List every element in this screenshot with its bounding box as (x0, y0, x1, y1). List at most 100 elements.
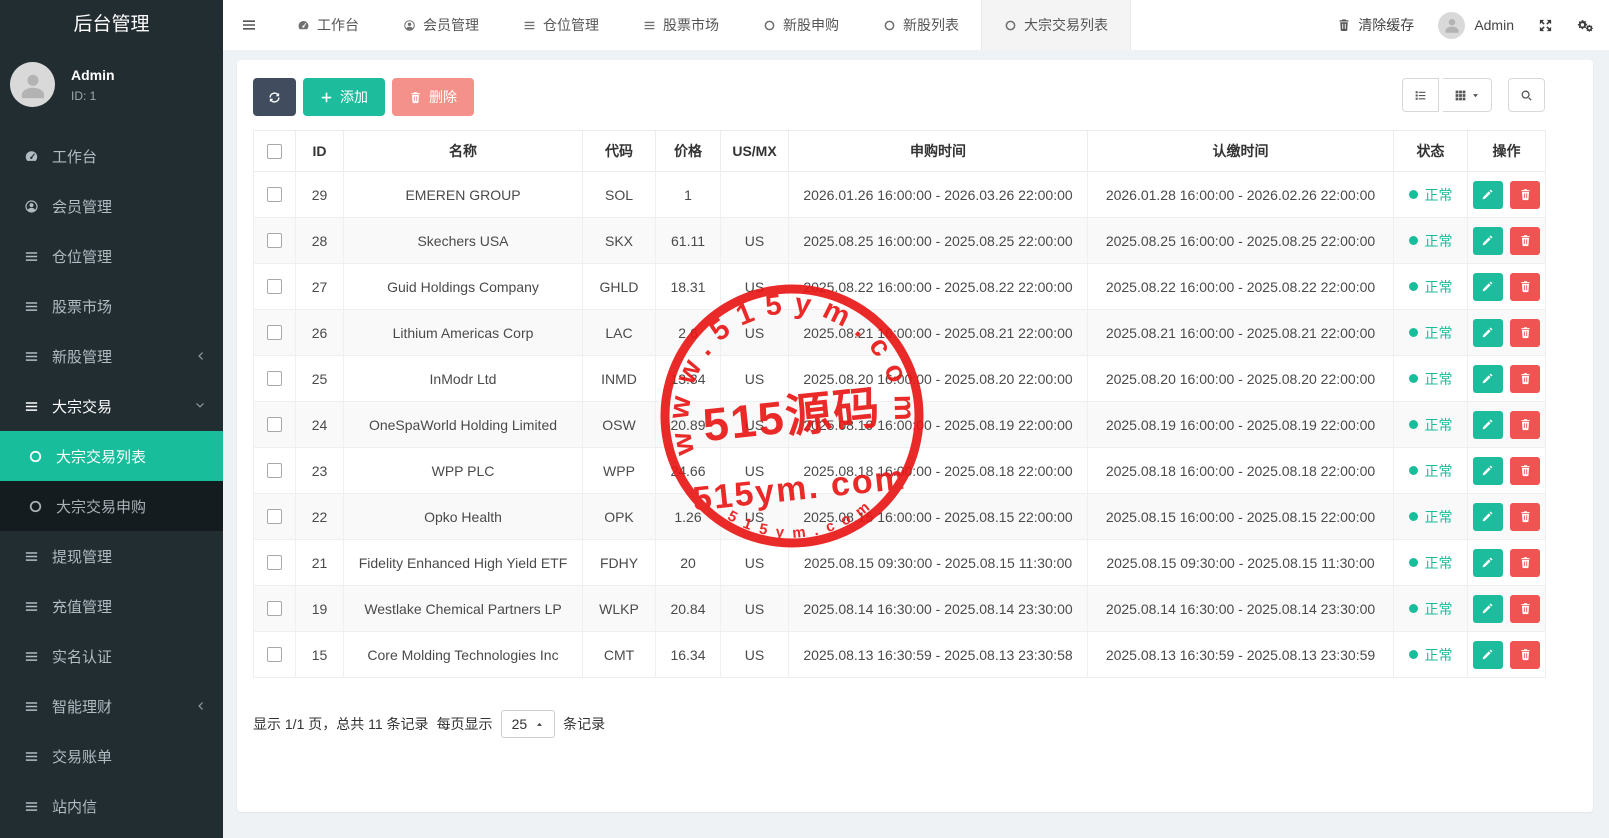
top-tab[interactable]: 新股申购 (741, 0, 861, 50)
cell-price: 24.66 (656, 448, 721, 494)
row-checkbox[interactable] (267, 555, 282, 570)
table-row: 19 Westlake Chemical Partners LP WLKP 20… (254, 586, 1546, 632)
cell-name: Westlake Chemical Partners LP (344, 586, 583, 632)
row-checkbox[interactable] (267, 187, 282, 202)
trash-icon (1519, 510, 1532, 523)
col-header-market: US/MX (721, 131, 789, 172)
edit-row-button[interactable] (1473, 227, 1503, 255)
edit-row-button[interactable] (1473, 319, 1503, 347)
cell-pay-time: 2025.08.19 16:00:00 - 2025.08.19 22:00:0… (1088, 402, 1394, 448)
sidebar-subitem[interactable]: 大宗交易申购 (0, 481, 223, 531)
sidebar-item[interactable]: 交易账单 (0, 731, 223, 781)
top-tab[interactable]: 工作台 (275, 0, 381, 50)
edit-row-button[interactable] (1473, 549, 1503, 577)
table-row: 29 EMEREN GROUP SOL 1 2026.01.26 16:00:0… (254, 172, 1546, 218)
tab-label: 工作台 (317, 15, 359, 35)
delete-row-button[interactable] (1510, 503, 1540, 531)
sidebar-subitem[interactable]: 大宗交易列表 (0, 431, 223, 481)
status-label: 正常 (1425, 599, 1453, 619)
sidebar-item[interactable]: 站内信 (0, 781, 223, 831)
cell-market: US (721, 264, 789, 310)
row-checkbox[interactable] (267, 279, 282, 294)
cell-apply-time: 2025.08.15 09:30:00 - 2025.08.15 11:30:0… (789, 540, 1088, 586)
sidebar-item[interactable]: 新股管理 (0, 331, 223, 381)
status-dot-icon (1409, 604, 1418, 613)
list-view-button[interactable] (1402, 78, 1439, 112)
row-checkbox[interactable] (267, 463, 282, 478)
delete-row-button[interactable] (1510, 273, 1540, 301)
row-checkbox[interactable] (267, 647, 282, 662)
pencil-icon (1481, 464, 1494, 477)
row-checkbox[interactable] (267, 509, 282, 524)
status-dot-icon (1409, 420, 1418, 429)
trash-icon (1519, 372, 1532, 385)
cell-apply-time: 2025.08.13 16:30:59 - 2025.08.13 23:30:5… (789, 632, 1088, 678)
grid-view-button[interactable] (1443, 78, 1492, 112)
add-button[interactable]: 添加 (303, 78, 385, 116)
cell-market: US (721, 356, 789, 402)
row-checkbox[interactable] (267, 417, 282, 432)
cell-name: Lithium Americas Corp (344, 310, 583, 356)
delete-row-button[interactable] (1510, 457, 1540, 485)
sidebar-item[interactable]: 实名认证 (0, 631, 223, 681)
sidebar-item[interactable]: 会员管理 (0, 181, 223, 231)
delete-row-button[interactable] (1510, 411, 1540, 439)
edit-row-button[interactable] (1473, 273, 1503, 301)
app-brand: 后台管理 (0, 0, 223, 50)
row-checkbox[interactable] (267, 601, 282, 616)
row-checkbox[interactable] (267, 233, 282, 248)
pencil-icon (1481, 510, 1494, 523)
delete-row-button[interactable] (1510, 641, 1540, 669)
trash-icon (1519, 464, 1532, 477)
edit-row-button[interactable] (1473, 457, 1503, 485)
sidebar-item[interactable]: 充值管理 (0, 581, 223, 631)
edit-row-button[interactable] (1473, 595, 1503, 623)
status-dot-icon (1409, 558, 1418, 567)
cell-price: 16.34 (656, 632, 721, 678)
top-tab[interactable]: 股票市场 (621, 0, 741, 50)
cell-apply-time: 2026.01.26 16:00:00 - 2026.03.26 22:00:0… (789, 172, 1088, 218)
delete-row-button[interactable] (1510, 365, 1540, 393)
delete-row-button[interactable] (1510, 595, 1540, 623)
cell-code: LAC (583, 310, 656, 356)
delete-row-button[interactable] (1510, 227, 1540, 255)
sidebar-item[interactable]: 工作台 (0, 131, 223, 181)
top-tab[interactable]: 大宗交易列表 (981, 0, 1131, 50)
row-checkbox[interactable] (267, 371, 282, 386)
refresh-button[interactable] (253, 78, 296, 116)
edit-row-button[interactable] (1473, 365, 1503, 393)
per-page-select[interactable]: 25 (501, 710, 556, 738)
delete-button[interactable]: 删除 (392, 78, 474, 116)
settings-button[interactable] (1577, 17, 1593, 33)
edit-row-button[interactable] (1473, 181, 1503, 209)
tab-label: 大宗交易列表 (1024, 15, 1108, 35)
cell-market: US (721, 402, 789, 448)
top-tab[interactable]: 新股列表 (861, 0, 981, 50)
sidebar-toggle-button[interactable] (223, 0, 275, 50)
edit-row-button[interactable] (1473, 641, 1503, 669)
sidebar-item[interactable]: 提现管理 (0, 531, 223, 581)
sidebar-item[interactable]: 智能理财 (0, 681, 223, 731)
topbar-user-menu[interactable]: Admin (1438, 12, 1514, 39)
sidebar-subitem-label: 大宗交易列表 (56, 446, 146, 467)
edit-row-button[interactable] (1473, 503, 1503, 531)
delete-row-button[interactable] (1510, 319, 1540, 347)
edit-row-button[interactable] (1473, 411, 1503, 439)
top-tab[interactable]: 会员管理 (381, 0, 501, 50)
row-checkbox[interactable] (267, 325, 282, 340)
top-tab[interactable]: 仓位管理 (501, 0, 621, 50)
select-all-checkbox[interactable] (267, 144, 282, 159)
delete-row-button[interactable] (1510, 549, 1540, 577)
col-header-code: 代码 (583, 131, 656, 172)
sidebar-item[interactable]: 仓位管理 (0, 231, 223, 281)
sidebar-item[interactable]: 大宗交易 (0, 381, 223, 431)
clear-cache-button[interactable]: 清除缓存 (1337, 15, 1414, 35)
sidebar-item[interactable]: 股票市场 (0, 281, 223, 331)
delete-row-button[interactable] (1510, 181, 1540, 209)
search-button[interactable] (1508, 78, 1545, 112)
cell-price: 18.31 (656, 264, 721, 310)
status-badge: 正常 (1409, 645, 1453, 665)
fullscreen-button[interactable] (1538, 18, 1553, 33)
pencil-icon (1481, 418, 1494, 431)
status-label: 正常 (1425, 415, 1453, 435)
